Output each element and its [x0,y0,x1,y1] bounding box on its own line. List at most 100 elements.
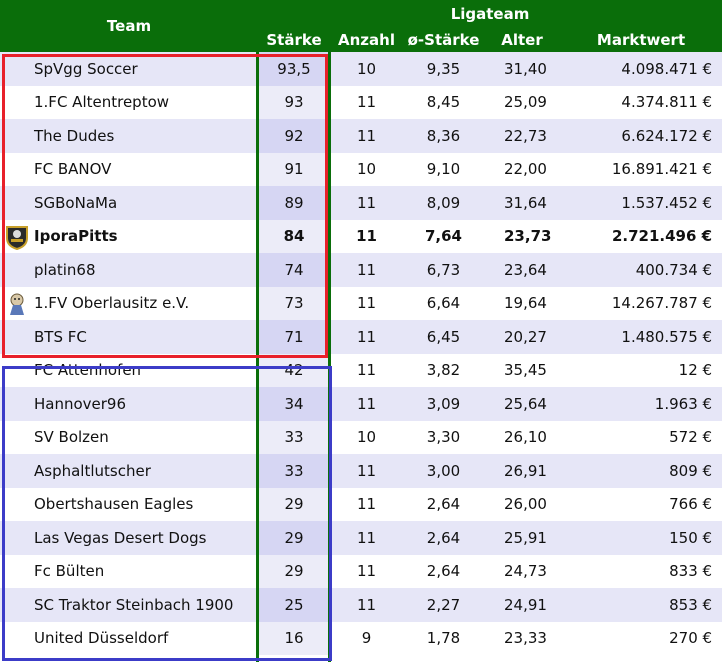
team-name-link[interactable]: SGBoNaMa [34,194,117,212]
team-name-link[interactable]: SV Bolzen [34,428,109,446]
ligateam-header: Ligateam [258,0,722,28]
table-row[interactable]: FC BANOV 91 10 9,10 22,00 16.891.421 € [0,152,722,186]
team-name-cell[interactable]: United Düsseldorf [0,621,258,655]
team-name-link[interactable]: IporaPitts [34,227,118,245]
team-name-link[interactable]: platin68 [34,261,96,279]
team-name-cell[interactable]: Hannover96 [0,387,258,421]
alter-cell: 26,10 [484,420,560,454]
table-row[interactable]: 1.FC Altentreptow 93 11 8,45 25,09 4.374.811 … [0,85,722,119]
team-name-cell[interactable]: BTS FC [0,320,258,354]
anzahl-cell-value: 11 [356,126,377,145]
team-name-link[interactable]: SpVgg Soccer [34,60,138,78]
team-column-header[interactable]: Team [0,0,258,52]
mascot-icon [4,291,30,317]
alter-cell-value: 35,45 [504,361,547,380]
anzahl-cell: 11 [330,588,403,622]
table-row[interactable]: 1.FV Oberlausitz e.V. 73 11 6,64 19,64 14.267… [0,286,722,320]
anzahl-cell-value: 10 [356,160,377,179]
team-name-link[interactable]: The Dudes [34,127,114,145]
team-name-link[interactable]: Las Vegas Desert Dogs [34,529,206,547]
avg-staerke-cell: 9,10 [403,152,484,186]
table-row[interactable]: SV Bolzen 33 10 3,30 26,10 572 € [0,420,722,454]
team-name-link[interactable]: 1.FC Altentreptow [34,93,169,111]
anzahl-cell: 11 [330,253,403,287]
team-name-link[interactable]: FC BANOV [34,160,111,178]
team-name-link[interactable]: Fc Bülten [34,562,104,580]
shield-crest-icon [4,224,30,250]
league-table: Team Ligateam Stärke Anzahl ø-Stärke Alt… [0,0,722,655]
table-row[interactable]: Las Vegas Desert Dogs 29 11 2,64 25,91 150 € [0,521,722,555]
table-row[interactable]: Obertshausen Eagles 29 11 2,64 26,00 766 € [0,487,722,521]
alter-cell-value: 24,73 [504,562,547,581]
staerke-cell-value: 92 [284,126,304,145]
team-name-link[interactable]: BTS FC [34,328,87,346]
table-row[interactable]: IporaPitts 84 11 7,64 23,73 2.721.496 € [0,219,722,253]
table-row[interactable]: SpVgg Soccer 93,5 10 9,35 31,40 4.098.471 € [0,52,722,86]
team-name-cell[interactable]: IporaPitts [0,219,258,253]
team-name-cell[interactable]: Fc Bülten [0,554,258,588]
avg-staerke-cell: 3,30 [403,420,484,454]
table-row[interactable]: Asphaltlutscher 33 11 3,00 26,91 809 € [0,454,722,488]
table-row[interactable]: platin68 74 11 6,73 23,64 400.734 € [0,253,722,287]
anzahl-cell: 9 [330,621,403,655]
alter-cell-value: 22,73 [504,126,547,145]
alter-cell-value: 25,09 [504,93,547,112]
avg-staerke-cell: 2,64 [403,521,484,555]
anzahl-column-header[interactable]: Anzahl [330,28,403,52]
table-row[interactable]: SC Traktor Steinbach 1900 25 11 2,27 24,91 85… [0,588,722,622]
team-name-link[interactable]: Obertshausen Eagles [34,495,193,513]
alter-column-header[interactable]: Alter [484,28,560,52]
table-row[interactable]: SGBoNaMa 89 11 8,09 31,64 1.537.452 € [0,186,722,220]
team-name-link[interactable]: SC Traktor Steinbach 1900 [34,596,233,614]
team-name-link[interactable]: Hannover96 [34,395,126,413]
table-row[interactable]: Hannover96 34 11 3,09 25,64 1.963 € [0,387,722,421]
team-name-cell[interactable]: FC Attenhofen [0,353,258,387]
table-row[interactable]: The Dudes 92 11 8,36 22,73 6.624.172 € [0,119,722,153]
avg-staerke-column-header[interactable]: ø-Stärke [403,28,484,52]
anzahl-cell: 11 [330,487,403,521]
anzahl-cell-value: 11 [356,227,377,246]
team-name-cell[interactable]: 1.FC Altentreptow [0,85,258,119]
team-name-cell[interactable]: SC Traktor Steinbach 1900 [0,588,258,622]
table-row[interactable]: BTS FC 71 11 6,45 20,27 1.480.575 € [0,320,722,354]
team-name-cell[interactable]: SGBoNaMa [0,186,258,220]
team-name-link[interactable]: FC Attenhofen [34,361,141,379]
alter-cell: 23,64 [484,253,560,287]
team-name-cell[interactable]: Asphaltlutscher [0,454,258,488]
avg-staerke-cell-value: 9,35 [426,59,461,78]
team-name-link[interactable]: 1.FV Oberlausitz e.V. [34,294,189,312]
column-divider-right [328,52,331,662]
anzahl-cell-value: 11 [356,562,377,581]
marktwert-cell-value: 1.537.452 € [621,193,713,212]
avg-staerke-cell-value: 2,64 [426,562,461,581]
staerke-column-header[interactable]: Stärke [258,28,330,52]
avg-staerke-cell-value: 1,78 [426,629,461,648]
staerke-cell-value: 29 [284,495,304,514]
staerke-cell: 42 [258,353,330,387]
marktwert-column-header[interactable]: Marktwert [560,28,722,52]
team-name-cell[interactable]: 1.FV Oberlausitz e.V. [0,286,258,320]
team-name-cell[interactable]: SV Bolzen [0,420,258,454]
marktwert-cell-value: 833 € [669,562,713,581]
team-name-cell[interactable]: SpVgg Soccer [0,52,258,86]
marktwert-cell-value: 4.374.811 € [621,93,713,112]
team-name-link[interactable]: United Düsseldorf [34,629,168,647]
team-name-cell[interactable]: FC BANOV [0,152,258,186]
team-name-cell[interactable]: Las Vegas Desert Dogs [0,521,258,555]
team-name-link[interactable]: Asphaltlutscher [34,462,151,480]
anzahl-cell: 11 [330,186,403,220]
table-row[interactable]: United Düsseldorf 16 9 1,78 23,33 270 € [0,621,722,655]
marktwert-cell-value: 853 € [669,595,713,614]
team-name-cell[interactable]: The Dudes [0,119,258,153]
avg-staerke-cell-value: 2,64 [426,495,461,514]
alter-cell-value: 25,64 [504,394,547,413]
alter-cell-value: 20,27 [504,327,547,346]
team-name-cell[interactable]: platin68 [0,253,258,287]
team-name-cell[interactable]: Obertshausen Eagles [0,487,258,521]
avg-staerke-cell-value: 3,09 [426,394,461,413]
table-row[interactable]: FC Attenhofen 42 11 3,82 35,45 12 € [0,353,722,387]
staerke-cell: 25 [258,588,330,622]
table-row[interactable]: Fc Bülten 29 11 2,64 24,73 833 € [0,554,722,588]
staerke-cell-value: 89 [284,193,304,212]
staerke-cell: 73 [258,286,330,320]
